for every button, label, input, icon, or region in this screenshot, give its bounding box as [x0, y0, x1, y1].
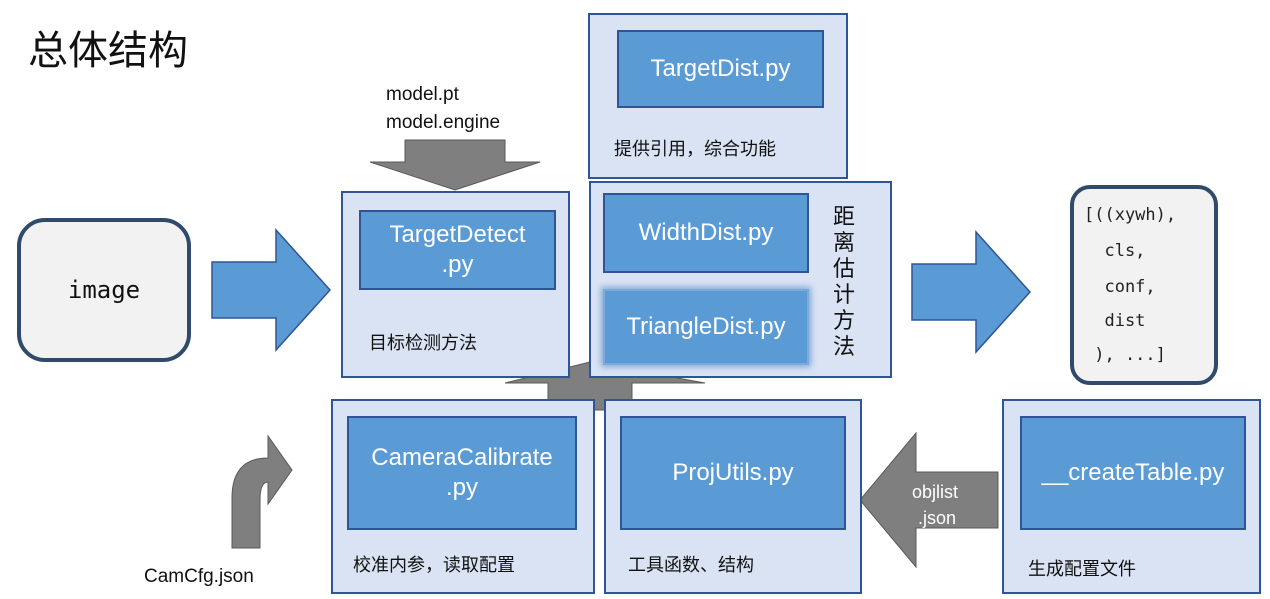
camera-calibrate-file: CameraCalibrate .py: [347, 416, 577, 530]
output-box: [((xywh), cls, conf, dist ), ...]: [1070, 185, 1218, 385]
arrow-model-down: [369, 139, 541, 191]
target-dist-panel: TargetDist.py 提供引用，综合功能: [588, 13, 848, 179]
proj-utils-caption: 工具函数、结构: [628, 555, 754, 576]
distance-methods-caption: 距离估计方法: [833, 205, 856, 360]
target-detect-panel: TargetDetect .py 目标检测方法: [341, 191, 570, 378]
target-dist-caption: 提供引用，综合功能: [614, 139, 776, 160]
model-pt-label: model.pt: [386, 84, 459, 105]
target-detect-file: TargetDetect .py: [359, 210, 556, 290]
proj-utils-file: ProjUtils.py: [620, 416, 846, 530]
input-image-box: image: [17, 218, 191, 362]
input-image-label: image: [67, 276, 141, 304]
output-line-1: [((xywh),: [1084, 205, 1177, 225]
create-table-file: __createTable.py: [1020, 416, 1246, 530]
model-engine-label: model.engine: [386, 112, 501, 133]
width-dist-file: WidthDist.py: [603, 193, 809, 273]
output-line-5: ), ...]: [1084, 345, 1166, 365]
create-table-caption: 生成配置文件: [1028, 559, 1136, 580]
arrow-image-to-detect: [211, 228, 332, 352]
camera-calibrate-panel: CameraCalibrate .py 校准内参，读取配置: [331, 399, 595, 594]
objlist-label-line1: objlist: [912, 482, 959, 502]
camcfg-label: CamCfg.json: [144, 566, 254, 587]
create-table-panel: __createTable.py 生成配置文件: [1002, 399, 1261, 594]
arrow-camcfg-curve: [231, 434, 293, 549]
target-dist-file: TargetDist.py: [617, 30, 824, 108]
output-line-3: conf,: [1084, 277, 1156, 297]
proj-utils-panel: ProjUtils.py 工具函数、结构: [604, 399, 862, 594]
triangle-dist-file: TriangleDist.py: [603, 289, 809, 365]
objlist-label-line2: .json: [918, 508, 957, 528]
camera-calibrate-caption: 校准内参，读取配置: [353, 555, 515, 576]
target-detect-caption: 目标检测方法: [369, 333, 477, 354]
output-line-4: dist: [1084, 311, 1146, 331]
output-line-2: cls,: [1084, 241, 1146, 261]
arrow-dist-to-output: [911, 230, 1032, 354]
